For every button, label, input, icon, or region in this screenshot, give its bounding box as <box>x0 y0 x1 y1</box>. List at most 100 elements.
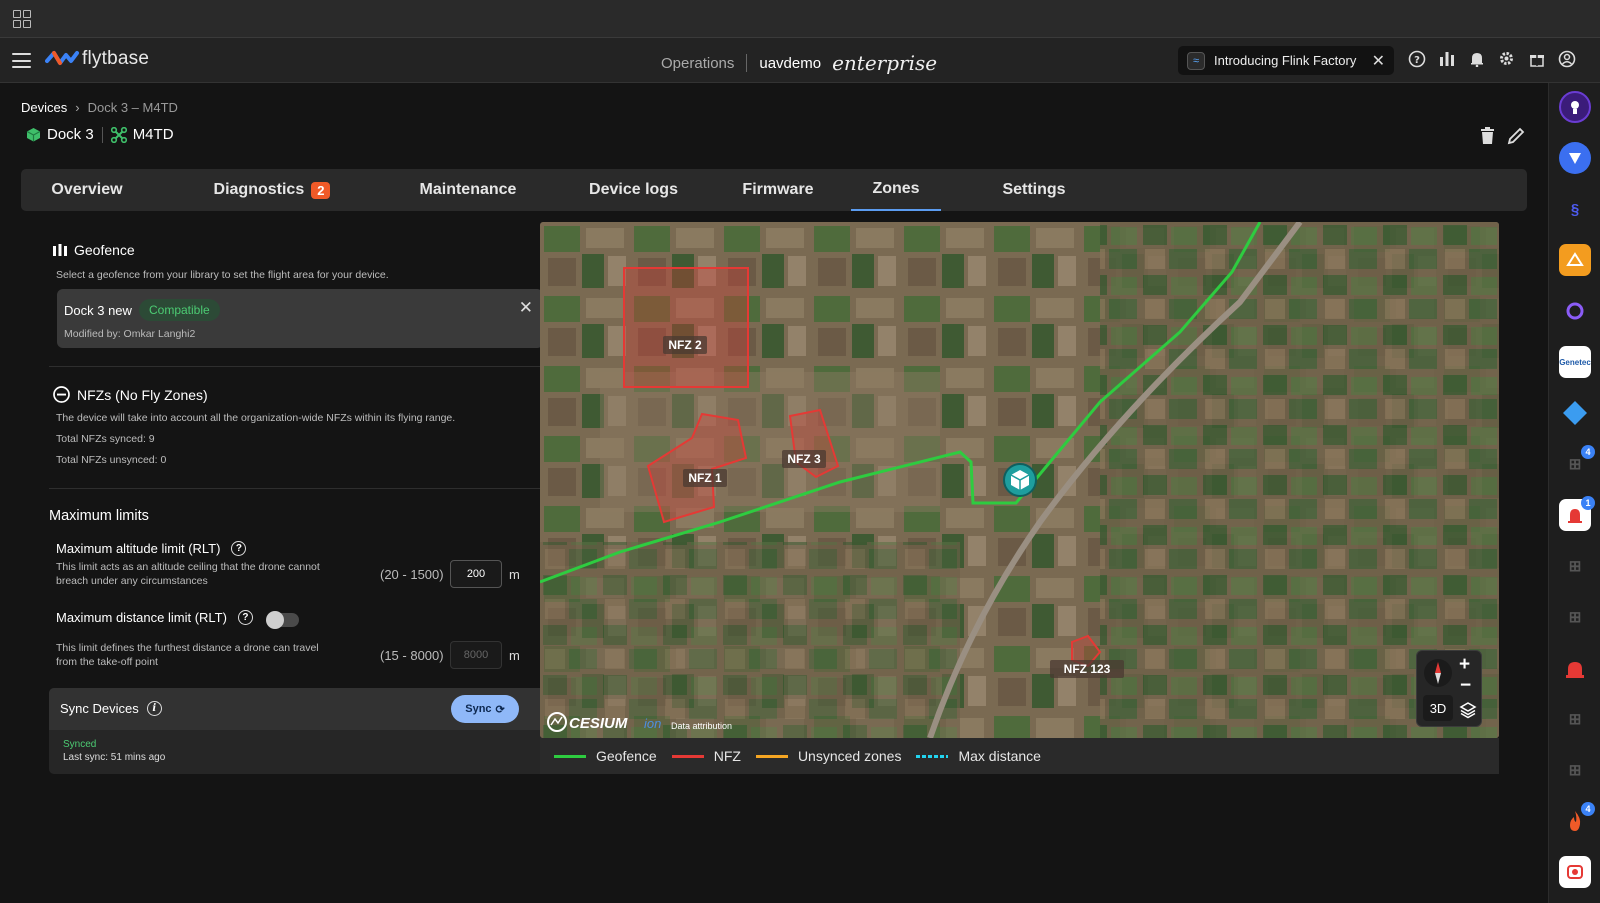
rail-alarm-icon[interactable] <box>1559 652 1591 684</box>
dock-name[interactable]: Dock 3 <box>47 126 94 143</box>
breadcrumb-devices-link[interactable]: Devices <box>21 100 67 115</box>
rail-app-4-icon[interactable] <box>1559 244 1591 276</box>
tab-label: Diagnostics <box>213 181 305 198</box>
analytics-icon[interactable] <box>1437 49 1456 68</box>
distance-limit-label: Maximum distance limit (RLT) ? <box>56 610 253 625</box>
help-icon[interactable]: ? <box>231 541 247 556</box>
breadcrumb-current: Dock 3 – M4TD <box>87 100 178 115</box>
device-tabs: Overview Diagnostics 2 Maintenance Device… <box>21 169 1527 211</box>
selected-geofence-card[interactable]: Dock 3 new Compatible Modified by: Omkar… <box>57 289 543 348</box>
account-icon[interactable] <box>1557 49 1576 68</box>
chevron-right-icon: › <box>75 100 80 115</box>
tab-zones[interactable]: Zones <box>851 169 941 211</box>
breadcrumb: Devices › Dock 3 – M4TD <box>21 100 178 115</box>
nfz-1-label: NFZ 1 <box>688 471 722 485</box>
zoom-out-button[interactable]: − <box>1460 675 1471 697</box>
distance-input[interactable]: 8000 <box>450 641 502 669</box>
compass-icon[interactable] <box>1423 658 1453 688</box>
satellite-map[interactable]: NFZ 2 NFZ 1 NFZ 3 NFZ 123 CESIUM ion Dat… <box>540 222 1499 738</box>
edit-icon[interactable] <box>1507 127 1525 145</box>
tab-device-logs[interactable]: Device logs <box>562 169 705 211</box>
tab-label: Settings <box>1002 181 1066 198</box>
refresh-icon: ⟳ <box>495 703 505 716</box>
rail-app-5-icon[interactable] <box>1559 295 1591 327</box>
altitude-desc-1: This limit acts as an altitude ceiling t… <box>56 561 320 573</box>
legend-swatch <box>916 754 949 758</box>
maximum-limits-title: Maximum limits <box>49 508 149 524</box>
tab-overview[interactable]: Overview <box>35 169 139 211</box>
app-header: flytbase Operations uavdemo enterprise ≈… <box>0 38 1600 83</box>
nfz-synced-count: Total NFZs synced: 9 <box>56 433 155 445</box>
app-grid-icon[interactable] <box>13 10 31 28</box>
rail-app-14-icon[interactable]: ⊞ <box>1559 754 1591 786</box>
tab-settings[interactable]: Settings <box>977 169 1091 211</box>
legend-unsynced: Unsynced zones <box>755 748 901 764</box>
help-icon[interactable]: ? <box>237 610 253 625</box>
tab-diagnostics[interactable]: Diagnostics 2 <box>198 169 346 211</box>
tab-label: Overview <box>51 181 123 198</box>
promo-banner[interactable]: ≈ Introducing Flink Factory ✕ <box>1178 46 1394 75</box>
distance-limit-toggle[interactable] <box>266 611 299 629</box>
drone-name[interactable]: M4TD <box>133 126 174 143</box>
data-attribution-link[interactable]: Data attribution <box>671 721 732 731</box>
no-entry-icon <box>53 386 70 403</box>
distance-desc-2: from the take-off point <box>56 656 158 668</box>
menu-icon[interactable] <box>12 53 31 68</box>
legend-label: Max distance <box>958 748 1041 764</box>
sync-status: Synced <box>63 739 97 750</box>
rail-app-3-icon[interactable]: § <box>1559 193 1591 225</box>
map-village <box>600 372 940 512</box>
svg-text:?: ? <box>1414 55 1420 66</box>
tab-maintenance[interactable]: Maintenance <box>392 169 544 211</box>
rail-app-7-icon[interactable] <box>1559 397 1591 429</box>
tab-label: Maintenance <box>419 181 517 198</box>
cesium-logo-text: CESIUM <box>569 715 628 732</box>
dock-map-marker-icon[interactable] <box>1003 463 1037 497</box>
nfz-123-label: NFZ 123 <box>1064 662 1111 676</box>
nfz-description: The device will take into account all th… <box>56 412 456 424</box>
rail-app-13-icon[interactable]: ⊞ <box>1559 703 1591 735</box>
nfz-title: NFZs (No Fly Zones) <box>53 386 208 403</box>
header-icons: ? <box>1407 49 1576 68</box>
toggle-knob <box>266 611 284 629</box>
trash-icon[interactable] <box>1480 127 1495 145</box>
info-icon[interactable]: i <box>146 701 162 716</box>
rail-app-2-icon[interactable] <box>1559 142 1591 174</box>
zoom-in-button[interactable]: + <box>1459 654 1470 676</box>
close-icon[interactable]: ✕ <box>1372 51 1385 71</box>
drone-icon <box>110 126 127 143</box>
gift-icon[interactable] <box>1527 49 1546 68</box>
header-center: Operations uavdemo enterprise <box>661 51 937 75</box>
bell-icon[interactable] <box>1467 49 1486 68</box>
operations-link[interactable]: Operations <box>661 55 734 72</box>
rail-app-11-icon[interactable]: ⊞ <box>1559 601 1591 633</box>
org-name[interactable]: uavdemo <box>759 55 821 72</box>
last-sync-time: Last sync: 51 mins ago <box>63 752 166 763</box>
logo[interactable]: flytbase <box>45 48 149 70</box>
rail-app-1-icon[interactable] <box>1559 91 1591 123</box>
close-icon[interactable]: ✕ <box>519 298 533 318</box>
altitude-desc-2: breach under any circumstances <box>56 575 208 587</box>
zones-map[interactable]: NFZ 2 NFZ 1 NFZ 3 NFZ 123 CESIUM ion Dat… <box>540 222 1499 738</box>
gear-icon[interactable] <box>1497 49 1516 68</box>
rail-app-genetec-icon[interactable]: Genetec <box>1559 346 1591 378</box>
sync-button[interactable]: Sync ⟳ <box>451 695 519 723</box>
altitude-limit-label: Maximum altitude limit (RLT) ? <box>56 541 247 556</box>
compatible-badge: Compatible <box>139 299 220 321</box>
distance-unit: m <box>509 648 520 663</box>
rail-badge: 4 <box>1581 445 1595 459</box>
help-icon[interactable]: ? <box>1407 49 1426 68</box>
dock-icon <box>26 128 41 142</box>
tab-label: Zones <box>872 180 920 197</box>
nfz-2-polygon[interactable] <box>623 267 749 388</box>
rail-app-10-icon[interactable]: ⊞ <box>1559 550 1591 582</box>
map-controls: + − 3D <box>1416 650 1482 727</box>
altitude-input[interactable]: 200 <box>450 560 502 588</box>
legend-swatch <box>755 754 788 758</box>
view-mode-button[interactable]: 3D <box>1423 695 1453 721</box>
rail-camera-icon[interactable] <box>1559 856 1591 888</box>
tab-firmware[interactable]: Firmware <box>723 169 833 211</box>
legend-swatch <box>671 754 704 758</box>
distance-range: (15 - 8000) <box>380 648 444 663</box>
layers-icon[interactable] <box>1459 701 1477 719</box>
